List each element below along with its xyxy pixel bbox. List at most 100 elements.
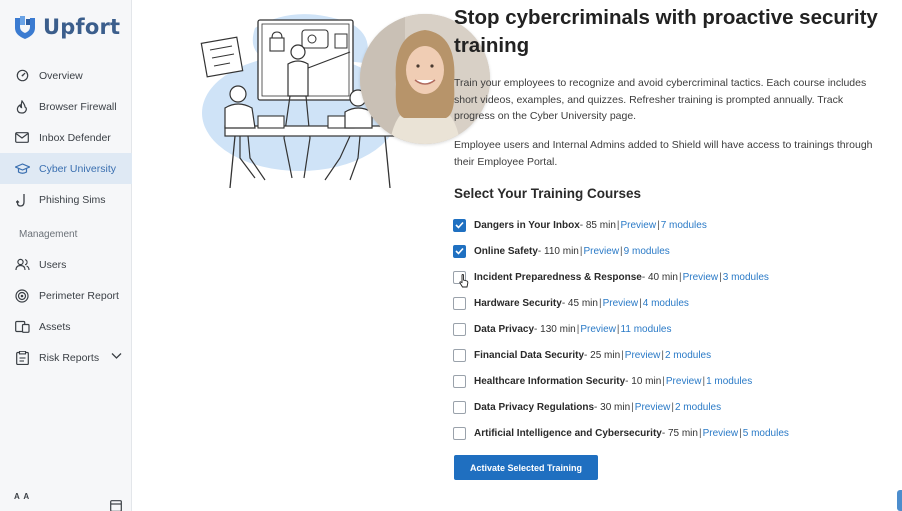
activate-training-button[interactable]: Activate Selected Training	[454, 455, 598, 480]
sidebar-item-label: Perimeter Report	[39, 289, 119, 302]
preview-link[interactable]: Preview	[583, 246, 619, 257]
course-name: Healthcare Information Security	[474, 375, 626, 387]
sidebar-item-label: Inbox Defender	[39, 131, 111, 144]
preview-link[interactable]: Preview	[625, 350, 661, 361]
sidebar-item-label: Overview	[39, 69, 83, 82]
course-row: Hardware Security - 45 min | Preview | 4 mod…	[453, 290, 883, 316]
course-name: Data Privacy Regulations	[474, 401, 595, 413]
course-duration: - 110 min	[537, 245, 579, 257]
course-checkbox[interactable]	[453, 426, 466, 440]
separator: |	[579, 245, 583, 257]
separator: |	[671, 401, 674, 413]
modules-link[interactable]: 2 modules	[675, 402, 721, 413]
modules-link[interactable]: 7 modules	[661, 220, 707, 231]
hook-icon	[14, 192, 30, 208]
preview-link[interactable]: Preview	[580, 324, 616, 335]
modules-link[interactable]: 2 modules	[665, 350, 711, 361]
course-section-title: Select Your Training Courses	[454, 186, 642, 201]
course-name: Artificial Intelligence and Cybersecurit…	[474, 427, 662, 439]
course-checkbox[interactable]	[453, 400, 466, 414]
report-icon	[14, 350, 30, 366]
course-name: Data Privacy	[474, 323, 535, 335]
separator: |	[576, 323, 580, 335]
separator: |	[639, 297, 642, 309]
modules-link[interactable]: 3 modules	[723, 272, 769, 283]
course-duration: - 40 min	[641, 271, 678, 283]
separator: |	[678, 271, 682, 283]
sidebar-item-cyber-university[interactable]: Cyber University	[0, 153, 132, 184]
brand-logo[interactable]: Upfort	[12, 14, 120, 40]
course-checkbox[interactable]	[453, 374, 466, 388]
devices-icon	[14, 319, 30, 335]
course-row: Financial Data Security - 25 min | Preview…	[453, 342, 883, 368]
separator: |	[598, 297, 602, 309]
separator: |	[661, 349, 664, 361]
sidebar-item-label: Assets	[39, 320, 71, 333]
course-row: Incident Preparedness & Response - 40 mi…	[453, 264, 883, 290]
preview-link[interactable]: Preview	[621, 220, 657, 231]
panel-toggle-icon[interactable]	[110, 499, 122, 511]
course-checkbox[interactable]	[453, 296, 466, 310]
preview-link[interactable]: Preview	[683, 272, 719, 283]
course-checkbox[interactable]	[453, 322, 466, 336]
flame-icon	[14, 99, 30, 115]
section-heading-management: Management	[19, 228, 78, 240]
sidebar-item-risk-reports[interactable]: Risk Reports	[0, 342, 132, 373]
course-name: Financial Data Security	[474, 349, 585, 361]
course-row: Data Privacy Regulations - 30 min | Previe…	[453, 394, 883, 420]
course-checkbox[interactable]	[453, 244, 466, 258]
separator: |	[719, 271, 722, 283]
course-duration: - 25 min	[584, 349, 621, 361]
preview-link[interactable]: Preview	[635, 402, 671, 413]
course-name: Online Safety	[474, 245, 538, 257]
target-icon	[14, 288, 30, 304]
sidebar-item-perimeter-report[interactable]: Perimeter Report	[0, 280, 132, 311]
intro-paragraph: Train your employees to recognize and av…	[454, 77, 867, 122]
course-checkbox[interactable]	[453, 348, 466, 362]
checkmark-icon	[455, 221, 464, 229]
separator: |	[616, 323, 620, 335]
upfort-shield-icon	[15, 16, 35, 39]
course-name: Dangers in Your Inbox	[474, 219, 580, 231]
modules-link[interactable]: 5 modules	[743, 428, 789, 439]
sidebar-item-inbox-defender[interactable]: Inbox Defender	[0, 122, 132, 153]
course-name: Hardware Security	[474, 297, 562, 309]
course-checkbox[interactable]	[453, 218, 466, 232]
course-duration: - 30 min	[594, 401, 631, 413]
sidebar-item-overview[interactable]: Overview	[0, 60, 132, 91]
sidebar-item-label: Cyber University	[39, 162, 117, 175]
separator: |	[616, 219, 620, 231]
chevron-down-icon[interactable]	[111, 351, 122, 363]
course-duration: - 130 min	[534, 323, 576, 335]
course-row: Dangers in Your Inbox - 85 min | Preview | 7…	[453, 212, 883, 238]
sidebar-item-browser-firewall[interactable]: Browser Firewall	[0, 91, 132, 122]
scroll-edge-indicator	[897, 490, 902, 511]
separator: |	[631, 401, 634, 413]
course-duration: - 10 min	[625, 375, 662, 387]
course-row: Data Privacy - 130 min | Preview | 11 module…	[453, 316, 883, 342]
sidebar-item-users[interactable]: Users	[0, 249, 132, 280]
preview-link[interactable]: Preview	[666, 376, 702, 387]
sidebar-item-phishing-sims[interactable]: Phishing Sims	[0, 184, 132, 215]
page-title: Stop cybercriminals with proactive secur…	[454, 6, 878, 57]
preview-link[interactable]: Preview	[703, 428, 739, 439]
separator: |	[662, 375, 665, 387]
graduation-cap-icon	[14, 161, 30, 177]
users-icon	[14, 257, 30, 273]
preview-link[interactable]: Preview	[603, 298, 639, 309]
modules-link[interactable]: 9 modules	[624, 246, 670, 257]
course-row: Online Safety - 110 min | Preview | 9 module…	[453, 238, 883, 264]
text-size-toggle[interactable]: A A	[14, 492, 30, 501]
sidebar: Upfort Overview Browser Firewall Inbox D…	[0, 0, 132, 511]
modules-link[interactable]: 11 modules	[621, 324, 672, 335]
gauge-icon	[14, 68, 30, 84]
separator: |	[698, 427, 702, 439]
mail-icon	[14, 130, 30, 146]
checkmark-icon	[455, 247, 464, 255]
sidebar-item-assets[interactable]: Assets	[0, 311, 132, 342]
modules-link[interactable]: 1 modules	[706, 376, 752, 387]
modules-link[interactable]: 4 modules	[643, 298, 689, 309]
course-duration: - 75 min	[661, 427, 698, 439]
sidebar-nav: Overview Browser Firewall Inbox Defender…	[0, 60, 132, 373]
course-duration: - 45 min	[561, 297, 598, 309]
